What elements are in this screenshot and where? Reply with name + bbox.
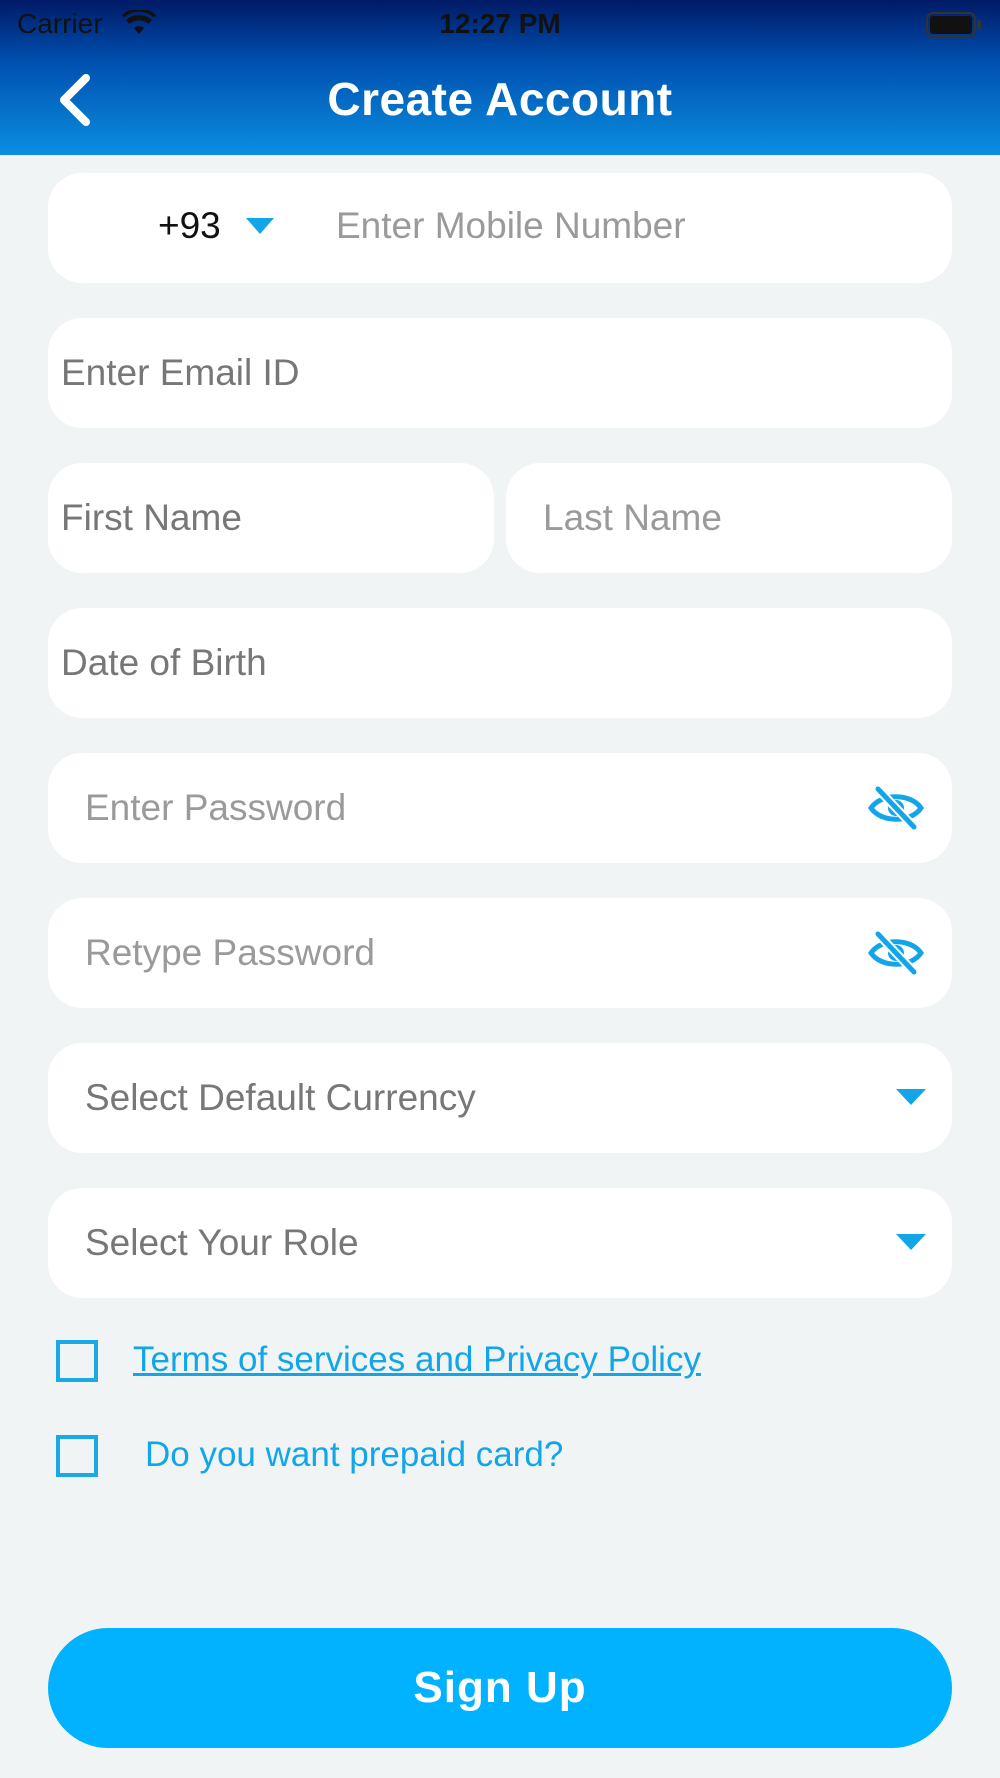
caret-down-icon xyxy=(896,1234,926,1250)
date-of-birth-input[interactable]: Date of Birth xyxy=(48,608,952,718)
sign-up-button[interactable]: Sign Up xyxy=(48,1628,952,1748)
prepaid-card-label: Do you want prepaid card? xyxy=(145,1435,564,1474)
eye-off-icon[interactable] xyxy=(868,785,924,831)
role-select[interactable]: Select Your Role xyxy=(48,1188,952,1298)
caret-down-icon xyxy=(896,1089,926,1105)
password-placeholder: Enter Password xyxy=(85,787,347,828)
caret-down-icon xyxy=(246,218,274,234)
date-of-birth-placeholder: Date of Birth xyxy=(61,642,267,683)
terms-link[interactable]: Terms of services and Privacy Policy xyxy=(133,1340,701,1380)
default-currency-select[interactable]: Select Default Currency xyxy=(48,1043,952,1153)
eye-off-icon[interactable] xyxy=(868,930,924,976)
role-placeholder: Select Your Role xyxy=(85,1222,359,1263)
retype-password-input[interactable]: Retype Password xyxy=(48,898,952,1008)
last-name-input[interactable]: Last Name xyxy=(506,463,952,573)
first-name-input[interactable]: First Name xyxy=(48,463,494,573)
password-input[interactable]: Enter Password xyxy=(48,753,952,863)
status-time: 12:27 PM xyxy=(439,8,561,39)
terms-checkbox[interactable] xyxy=(56,1340,98,1382)
country-code-value: +93 xyxy=(158,205,221,246)
email-placeholder: Enter Email ID xyxy=(61,352,300,393)
header: Carrier 12:27 PM Create Account xyxy=(0,0,1000,155)
mobile-number-placeholder: Enter Mobile Number xyxy=(336,205,686,246)
last-name-placeholder: Last Name xyxy=(543,497,722,538)
battery-icon xyxy=(926,12,981,38)
prepaid-card-checkbox[interactable] xyxy=(56,1435,98,1477)
retype-password-placeholder: Retype Password xyxy=(85,932,375,973)
mobile-number-input[interactable]: Enter Mobile Number xyxy=(290,173,952,283)
page-title: Create Account xyxy=(327,73,673,125)
status-bar: Carrier 12:27 PM xyxy=(0,0,1000,50)
default-currency-placeholder: Select Default Currency xyxy=(85,1077,476,1118)
nav-bar: Create Account xyxy=(0,60,1000,140)
email-input[interactable]: Enter Email ID xyxy=(48,318,952,428)
first-name-placeholder: First Name xyxy=(61,497,242,538)
